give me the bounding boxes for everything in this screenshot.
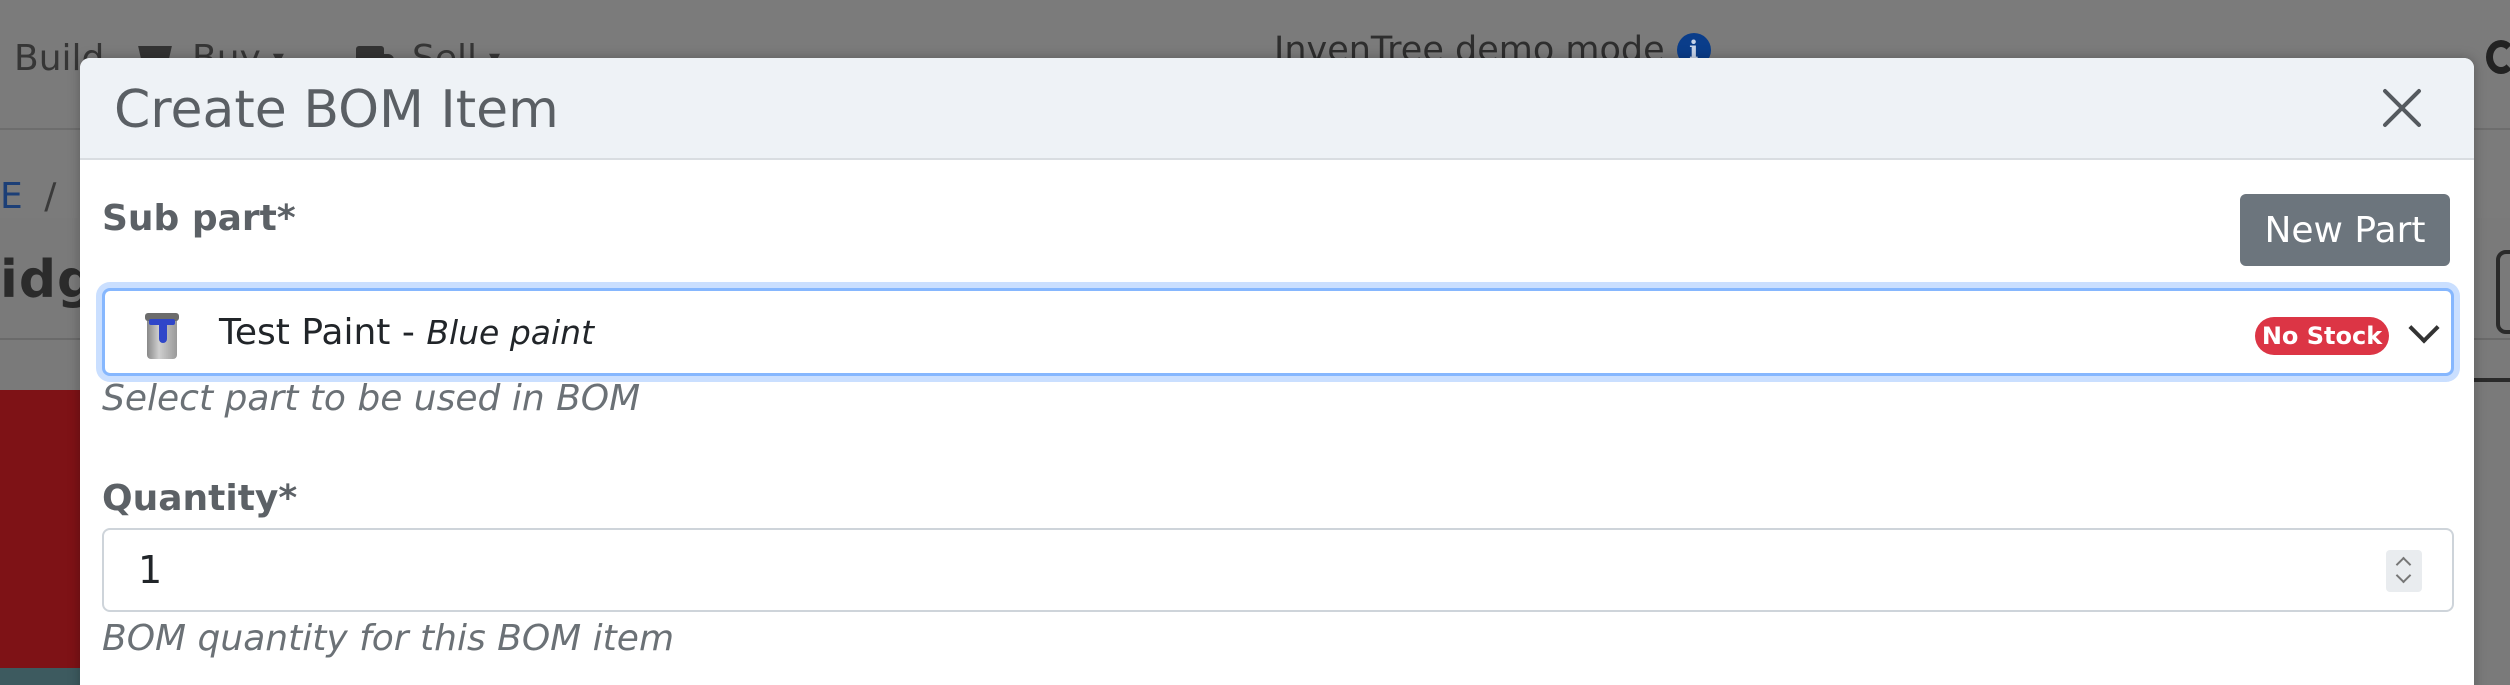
selected-part-description: Blue paint [426,313,595,352]
chevron-down-icon[interactable] [2395,567,2412,584]
panel-red [0,390,82,670]
selected-part: Test Paint - Blue paint [219,312,594,353]
selected-part-name: Test Paint - [219,312,427,353]
create-bom-item-modal: Create BOM Item Sub part* New Part Test … [80,58,2474,685]
breadcrumb-item: E [0,176,23,217]
chevron-down-icon[interactable] [2408,312,2440,344]
no-stock-badge: No Stock [2255,317,2389,355]
search-icon [2486,40,2510,74]
panel-teal [0,668,82,685]
quantity-label: Quantity* [102,478,298,519]
quantity-value: 1 [138,548,163,592]
modal-header: Create BOM Item [80,58,2474,160]
sub-part-help: Select part to be used in BOM [102,378,641,419]
tab-underline [2474,378,2510,382]
quantity-stepper[interactable] [2386,550,2422,592]
quantity-help: BOM quantity for this BOM item [102,618,675,659]
new-part-button[interactable]: New Part [2240,194,2450,266]
close-icon[interactable] [2378,84,2426,132]
paint-can-icon [143,313,181,359]
breadcrumb-separator: / [44,176,57,217]
quantity-input[interactable]: 1 [102,528,2454,612]
sub-part-label: Sub part* [102,198,296,239]
sub-part-select[interactable]: Test Paint - Blue paint No Stock [102,288,2454,376]
modal-title: Create BOM Item [114,80,559,140]
page-action-button [2496,250,2510,334]
